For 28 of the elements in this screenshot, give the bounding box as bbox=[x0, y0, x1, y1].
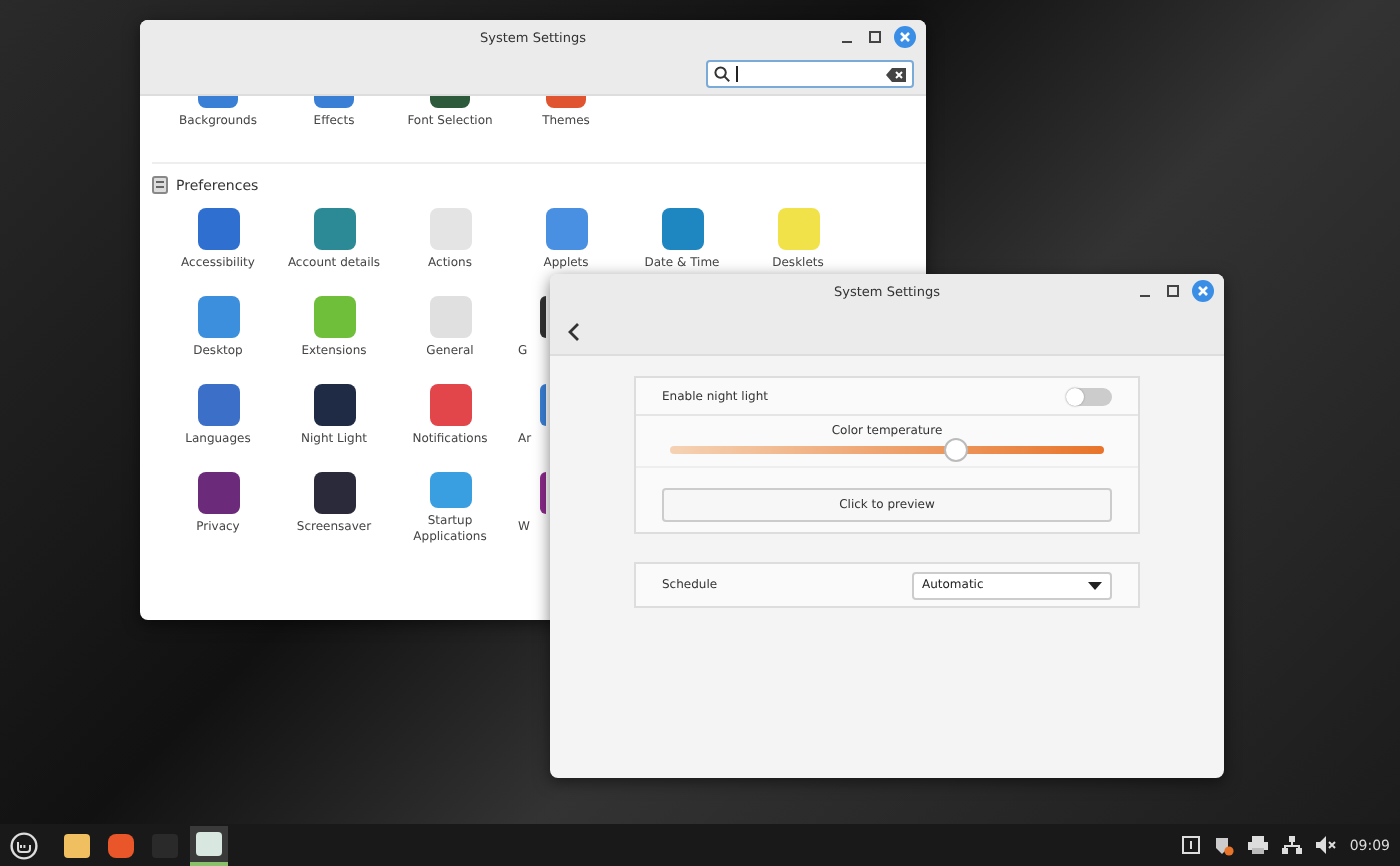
toggle-switch[interactable] bbox=[1066, 387, 1112, 405]
section-icon bbox=[152, 176, 168, 195]
category-icon[interactable] bbox=[198, 96, 238, 108]
menu-logo-icon[interactable] bbox=[10, 831, 38, 859]
dropdown-arrow-icon bbox=[1088, 581, 1102, 589]
network-icon[interactable] bbox=[1281, 836, 1302, 854]
settings-icon[interactable] bbox=[197, 472, 239, 515]
maximize-icon[interactable] bbox=[866, 28, 884, 46]
taskbar-app[interactable] bbox=[190, 825, 228, 865]
close-icon[interactable] bbox=[1192, 280, 1214, 302]
maximize-icon[interactable] bbox=[1164, 282, 1182, 300]
settings-icon[interactable] bbox=[313, 472, 355, 515]
clear-icon[interactable] bbox=[886, 67, 906, 81]
category-icon[interactable] bbox=[546, 96, 586, 108]
search-field[interactable] bbox=[706, 60, 914, 88]
search-icon bbox=[714, 66, 730, 82]
settings-icon[interactable] bbox=[540, 296, 546, 339]
volume-muted-icon[interactable] bbox=[1315, 836, 1336, 854]
back-icon[interactable] bbox=[566, 321, 582, 341]
slider-thumb[interactable] bbox=[944, 438, 969, 462]
category-icon[interactable] bbox=[314, 96, 354, 108]
printer-icon[interactable] bbox=[1247, 836, 1268, 854]
settings-icon[interactable] bbox=[313, 384, 355, 427]
info-icon[interactable] bbox=[1181, 836, 1200, 854]
category-icon[interactable] bbox=[430, 96, 470, 108]
update-shield-icon[interactable] bbox=[1213, 835, 1234, 855]
close-icon[interactable] bbox=[894, 26, 916, 48]
settings-icon[interactable] bbox=[540, 472, 546, 515]
